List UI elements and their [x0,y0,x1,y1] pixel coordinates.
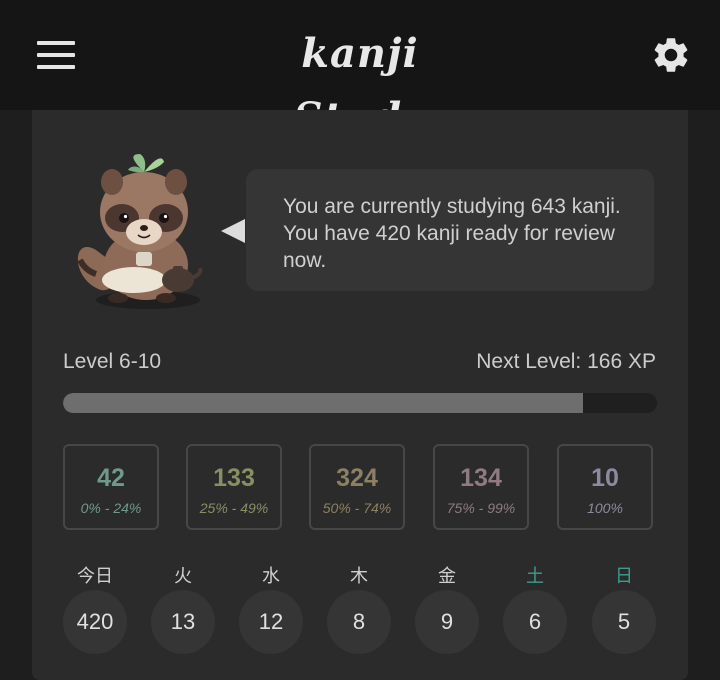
srs-range: 0% - 24% [80,500,142,516]
next-level-xp: Next Level: 166 XP [476,350,656,373]
bubble-pointer [221,219,245,243]
srs-box-100[interactable]: 10 100% [557,444,653,530]
level-label: Level 6-10 [63,350,162,373]
forecast-tuesday: 火 13 [151,562,215,654]
review-count-circle[interactable]: 13 [151,590,215,654]
srs-count: 42 [97,464,125,492]
tanuki-mascot [77,154,203,309]
review-count-circle[interactable]: 6 [503,590,567,654]
review-count-circle[interactable]: 8 [327,590,391,654]
hamburger-menu-icon[interactable] [37,40,75,70]
srs-box-50-74[interactable]: 324 50% - 74% [309,444,405,530]
srs-range: 50% - 74% [322,500,392,516]
app-bar: kanji Study [0,0,720,141]
forecast-saturday: 土 6 [503,562,567,654]
forecast-thursday: 木 8 [327,562,391,654]
day-label: 金 [438,566,456,586]
forecast-sunday: 日 5 [592,562,656,654]
day-label: 日 [615,566,633,586]
srs-box-75-99[interactable]: 134 75% - 99% [433,444,529,530]
srs-box-25-49[interactable]: 133 25% - 49% [186,444,282,530]
level-progress-fill [63,393,584,413]
srs-range: 100% [587,500,623,516]
day-label: 今日 [77,566,113,586]
srs-box-0-24[interactable]: 42 0% - 24% [63,444,159,530]
srs-count: 324 [336,464,378,492]
review-count-circle[interactable]: 5 [592,590,656,654]
app-logo: kanji Study [294,30,426,141]
review-count-circle[interactable]: 420 [63,590,127,654]
srs-count: 134 [460,464,502,492]
review-count-circle[interactable]: 12 [239,590,303,654]
forecast-friday: 金 9 [415,562,479,654]
gear-icon[interactable] [650,34,692,76]
day-label: 土 [526,566,544,586]
forecast-today: 今日 420 [63,562,127,654]
day-label: 木 [350,566,368,586]
srs-range: 75% - 99% [446,500,516,516]
day-label: 火 [174,566,192,586]
srs-count: 133 [213,464,255,492]
srs-range: 25% - 49% [199,500,269,516]
review-count-circle[interactable]: 9 [415,590,479,654]
level-progress-bar [63,393,657,413]
status-message: You are currently studying 643 kanji. Yo… [283,195,621,272]
srs-count: 10 [591,464,619,492]
day-label: 水 [262,566,280,586]
forecast-wednesday: 水 12 [239,562,303,654]
